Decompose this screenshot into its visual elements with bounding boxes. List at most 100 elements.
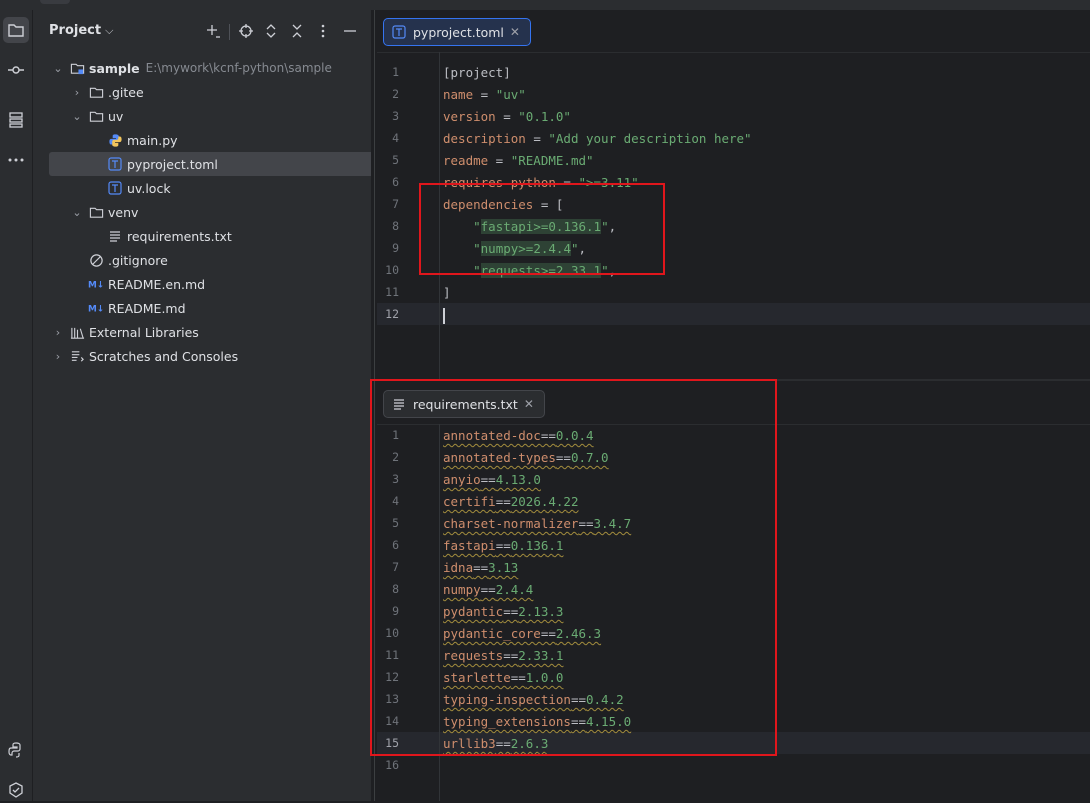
code-line: version = "0.1.0" [443,109,571,124]
tree-item[interactable]: pyproject.toml [49,152,399,176]
collapse-all-icon[interactable] [288,22,306,40]
editor-tab-bar: pyproject.toml ✕ [377,10,1090,53]
line-number: 12 [385,307,399,321]
tree-item-label: uv.lock [127,180,171,196]
folder-icon [88,108,104,124]
highlight-box-dependencies [419,183,665,275]
code-token: "Add your description here" [548,131,752,146]
tree-item[interactable]: ⌄ uv [49,104,380,128]
folder-icon [88,84,104,100]
tree-item[interactable]: › External Libraries [49,320,361,344]
folder-icon [8,24,24,37]
code-line: readme = "README.md" [443,153,594,168]
line-number: 4 [392,131,399,145]
module-folder-icon [69,60,85,76]
project-view-selector[interactable]: Project ⌵ [49,23,113,38]
tab-label: pyproject.toml [413,24,504,40]
project-tool-button[interactable] [3,17,29,43]
code-token: = [495,109,519,124]
text-caret [443,307,445,324]
python-file-icon [107,132,123,148]
code-line: name = "uv" [443,87,526,102]
code-line [443,307,445,324]
chevron-down-icon[interactable]: ⌄ [51,62,65,75]
services-icon [9,782,23,798]
line-number: 7 [392,197,399,211]
code-token: = [525,131,549,146]
code-token: ] [443,285,451,300]
tree-item-label: main.py [127,132,178,148]
tree-item-label: Scratches and Consoles [89,348,239,364]
code-token: version [443,109,496,124]
tree-item[interactable]: ⌄ sample E:\mywork\kcnf-python\sample [49,56,361,80]
project-tool-window: Project ⌵ ⌄ sample E:\mywork\kcnf-python\sa… [33,10,399,801]
tree-item[interactable]: M↓ README.md [49,296,380,320]
chevron-down-icon[interactable]: ⌄ [70,206,84,219]
ignore-file-icon [88,252,104,268]
markdown-file-icon: M↓ [88,300,104,316]
code-line: [project] [443,65,511,80]
tree-item[interactable]: ⌄ venv [49,200,380,224]
title-tab-stub [40,0,70,4]
close-icon[interactable]: ✕ [510,25,520,39]
tree-item-label: .gitee [108,84,144,100]
chevron-right-icon[interactable]: › [51,350,65,363]
scratches-icon [69,348,85,364]
line-number: 6 [392,175,399,189]
tree-item[interactable]: › .gitee [49,80,380,104]
code-line: ] [443,285,451,300]
line-number: 1 [392,65,399,79]
expand-all-icon[interactable] [262,22,280,40]
line-number: 9 [392,241,399,255]
code-token: "README.md" [510,153,594,168]
tab-pyproject-toml[interactable]: pyproject.toml ✕ [383,18,531,46]
add-icon[interactable] [204,22,222,40]
folder-icon [88,204,104,220]
chevron-down-icon[interactable]: ⌄ [70,110,84,123]
toml-file-icon [392,25,406,39]
python-console-button[interactable] [3,737,29,763]
structure-tool-button[interactable] [3,107,29,133]
services-tool-button[interactable] [3,777,29,803]
chevron-right-icon[interactable]: › [70,86,84,99]
structure-icon [9,112,23,128]
tree-item-label: .gitignore [108,252,168,268]
tree-item-label: README.en.md [108,276,206,292]
tree-item[interactable]: main.py [49,128,399,152]
commit-tool-button[interactable] [3,57,29,83]
tree-item-path: E:\mywork\kcnf-python\sample [145,61,332,75]
tree-item[interactable]: .gitignore [49,248,380,272]
tree-item-label: uv [108,108,124,124]
tree-item[interactable]: M↓ README.en.md [49,272,380,296]
library-icon [69,324,85,340]
code-token: "uv" [495,87,526,102]
highlight-box-requirements [370,379,777,756]
more-icon [8,158,24,162]
locate-icon[interactable] [237,22,255,40]
tree-item-label: External Libraries [89,324,199,340]
tree-item-label: README.md [108,300,186,316]
tree-item[interactable]: › Scratches and Consoles [49,344,361,368]
chevron-down-icon: ⌵ [105,24,114,37]
more-tools-button[interactable] [3,147,29,173]
hide-icon[interactable] [341,22,359,40]
tree-item-label: pyproject.toml [127,156,218,172]
options-icon[interactable] [314,22,332,40]
toml-file-icon [107,156,123,172]
code-token: "0.1.0" [518,109,571,124]
python-console-icon [8,742,21,758]
line-number: 16 [385,758,399,772]
header-separator [229,24,230,40]
tree-item[interactable]: uv.lock [49,176,399,200]
svg-text:M↓: M↓ [88,305,104,315]
tree-item-label: sample [89,60,140,76]
code-token: = [473,87,496,102]
tree-item[interactable]: requirements.txt [49,224,399,248]
activity-bar [0,10,33,801]
code-token: readme [443,153,489,168]
chevron-right-icon[interactable]: › [51,326,65,339]
markdown-file-icon: M↓ [88,276,104,292]
current-line-highlight [377,303,1090,325]
project-header: Project ⌵ [33,10,371,52]
window-title-strip [0,0,1090,10]
